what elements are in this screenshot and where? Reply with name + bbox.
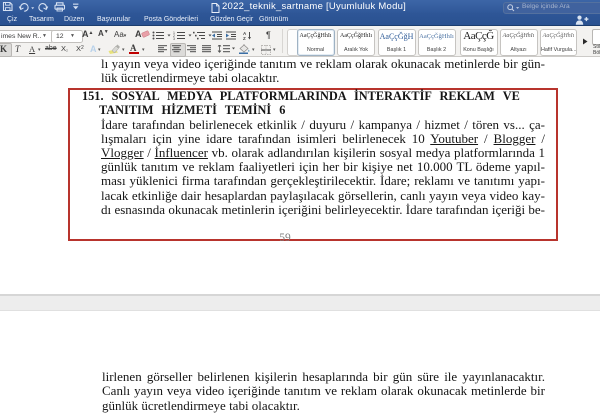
svg-text:Z: Z xyxy=(243,36,246,40)
svg-text:3: 3 xyxy=(173,37,175,40)
